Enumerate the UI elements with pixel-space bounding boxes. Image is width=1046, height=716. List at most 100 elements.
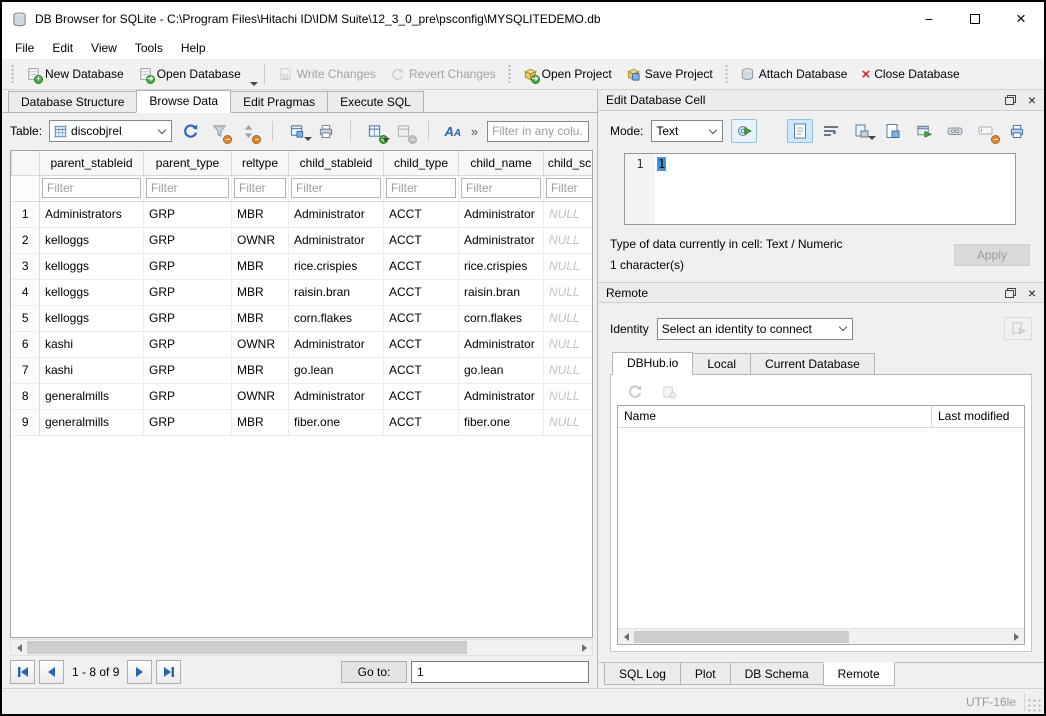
filter-input-child_type[interactable]: [386, 178, 456, 198]
table-cell[interactable]: generalmills: [40, 409, 144, 435]
table-cell[interactable]: GRP: [144, 331, 232, 357]
toolbar-handle[interactable]: [507, 64, 512, 84]
scroll-right-arrow[interactable]: [1008, 629, 1024, 644]
column-header-parent_type[interactable]: parent_type: [144, 151, 232, 175]
save-project-button[interactable]: Save Project: [619, 64, 720, 85]
table-cell[interactable]: ACCT: [384, 279, 459, 305]
row-number[interactable]: 7: [12, 357, 40, 383]
editor-content[interactable]: 1: [655, 154, 666, 224]
scroll-right-arrow[interactable]: [576, 640, 592, 655]
next-page-button[interactable]: [127, 660, 152, 684]
table-cell[interactable]: go.lean: [459, 357, 544, 383]
filter-input-child_name[interactable]: [461, 178, 541, 198]
scroll-left-arrow[interactable]: [618, 629, 634, 644]
table-cell[interactable]: rice.crispies: [289, 253, 384, 279]
font-settings-button[interactable]: AA: [442, 120, 464, 142]
toolbar-handle[interactable]: [724, 64, 729, 84]
remote-tab-dbhub[interactable]: DBHub.io: [612, 352, 693, 375]
scroll-left-arrow[interactable]: [11, 640, 27, 655]
tab-plot[interactable]: Plot: [680, 663, 731, 685]
menu-edit[interactable]: Edit: [43, 38, 82, 58]
horizontal-scrollbar[interactable]: [10, 639, 593, 656]
table-cell[interactable]: ACCT: [384, 305, 459, 331]
tab-db-schema[interactable]: DB Schema: [730, 663, 824, 685]
row-number[interactable]: 9: [12, 409, 40, 435]
table-cell[interactable]: Administrator: [289, 331, 384, 357]
table-cell[interactable]: corn.flakes: [289, 305, 384, 331]
float-panel-icon[interactable]: [1005, 288, 1016, 298]
maximize-button[interactable]: [952, 2, 998, 36]
attach-database-button[interactable]: Attach Database: [733, 64, 855, 85]
tab-database-structure[interactable]: Database Structure: [8, 91, 137, 112]
remote-upload-button[interactable]: [657, 381, 681, 403]
table-cell[interactable]: ACCT: [384, 383, 459, 409]
table-cell[interactable]: GRP: [144, 279, 232, 305]
row-number[interactable]: 2: [12, 227, 40, 253]
table-cell[interactable]: GRP: [144, 253, 232, 279]
table-cell[interactable]: ACCT: [384, 201, 459, 227]
print-button[interactable]: [315, 120, 337, 142]
close-panel-icon[interactable]: ×: [1028, 288, 1036, 298]
table-cell-null[interactable]: NULL: [544, 357, 594, 383]
table-cell[interactable]: generalmills: [40, 383, 144, 409]
table-cell[interactable]: ACCT: [384, 331, 459, 357]
apply-button[interactable]: Apply: [954, 244, 1030, 266]
table-cell[interactable]: Administrator: [289, 201, 384, 227]
menu-view[interactable]: View: [82, 38, 126, 58]
table-cell-null[interactable]: NULL: [544, 279, 594, 305]
mode-select[interactable]: Text: [651, 120, 723, 142]
table-cell[interactable]: GRP: [144, 305, 232, 331]
remote-refresh-button[interactable]: [623, 381, 647, 403]
table-cell[interactable]: OWNR: [232, 331, 289, 357]
table-cell[interactable]: MBR: [232, 305, 289, 331]
table-cell[interactable]: Administrator: [459, 383, 544, 409]
row-number[interactable]: 8: [12, 383, 40, 409]
column-header-child_type[interactable]: child_type: [384, 151, 459, 175]
clone-database-button[interactable]: [1004, 317, 1032, 340]
write-changes-button[interactable]: Write Changes: [271, 64, 383, 85]
text-view-button[interactable]: [787, 119, 813, 143]
filter-input-parent_type[interactable]: [146, 178, 229, 198]
tab-browse-data[interactable]: Browse Data: [136, 90, 231, 113]
import-from-file-button[interactable]: [849, 119, 875, 143]
table-cell[interactable]: OWNR: [232, 227, 289, 253]
row-number[interactable]: 4: [12, 279, 40, 305]
tab-sql-log[interactable]: SQL Log: [604, 663, 681, 685]
close-panel-icon[interactable]: ×: [1028, 95, 1036, 105]
table-cell-null[interactable]: NULL: [544, 305, 594, 331]
column-header-parent_stableid[interactable]: parent_stableid: [40, 151, 144, 175]
filter-input-reltype[interactable]: [234, 178, 286, 198]
table-cell[interactable]: Administrators: [40, 201, 144, 227]
resize-grip[interactable]: [1027, 698, 1041, 712]
table-cell[interactable]: ACCT: [384, 357, 459, 383]
table-cell[interactable]: kelloggs: [40, 279, 144, 305]
table-cell[interactable]: kashi: [40, 331, 144, 357]
delete-record-button[interactable]: −: [393, 120, 415, 142]
encoding-label[interactable]: UTF-16le: [958, 695, 1024, 709]
word-wrap-button[interactable]: [818, 119, 844, 143]
remote-tab-local[interactable]: Local: [692, 353, 751, 374]
column-header-reltype[interactable]: reltype: [232, 151, 289, 175]
table-cell[interactable]: Administrator: [459, 227, 544, 253]
remote-tab-current-database[interactable]: Current Database: [750, 353, 875, 374]
table-cell[interactable]: GRP: [144, 383, 232, 409]
float-panel-icon[interactable]: [1005, 95, 1016, 105]
clear-filters-button[interactable]: −: [208, 120, 230, 142]
table-cell-null[interactable]: NULL: [544, 409, 594, 435]
table-cell[interactable]: kelloggs: [40, 305, 144, 331]
apply-import-button[interactable]: [731, 119, 757, 143]
first-record-button[interactable]: [10, 660, 35, 684]
table-cell[interactable]: MBR: [232, 253, 289, 279]
open-project-button[interactable]: ➜ Open Project: [516, 64, 619, 85]
menu-help[interactable]: Help: [172, 38, 215, 58]
tab-remote[interactable]: Remote: [823, 662, 895, 686]
menu-file[interactable]: File: [6, 38, 43, 58]
close-database-button[interactable]: × Close Database: [854, 63, 966, 86]
table-cell[interactable]: raisin.bran: [289, 279, 384, 305]
table-cell-null[interactable]: NULL: [544, 331, 594, 357]
row-number[interactable]: 3: [12, 253, 40, 279]
insert-record-button[interactable]: +: [364, 120, 386, 142]
table-cell[interactable]: go.lean: [289, 357, 384, 383]
clear-sorting-button[interactable]: −: [237, 120, 259, 142]
tab-edit-pragmas[interactable]: Edit Pragmas: [230, 91, 328, 112]
